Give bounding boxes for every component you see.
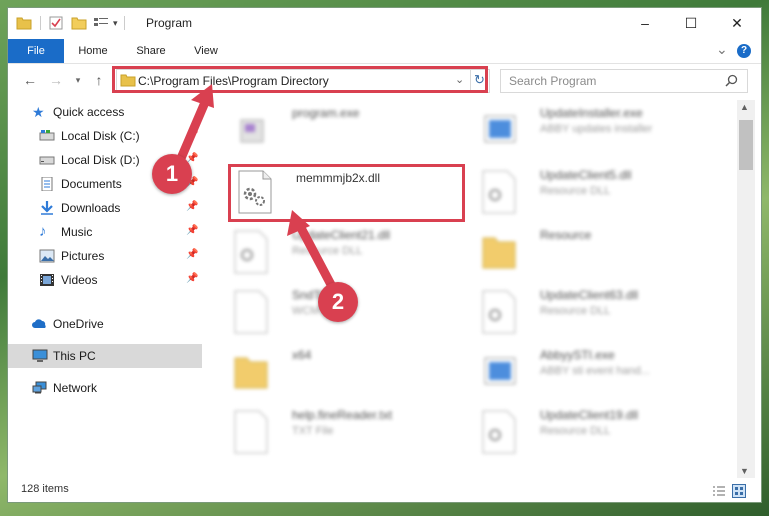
step-callout-2: 2 bbox=[318, 282, 358, 322]
step-callout-1: 1 bbox=[152, 154, 192, 194]
annotation-arrows bbox=[171, 84, 342, 301]
